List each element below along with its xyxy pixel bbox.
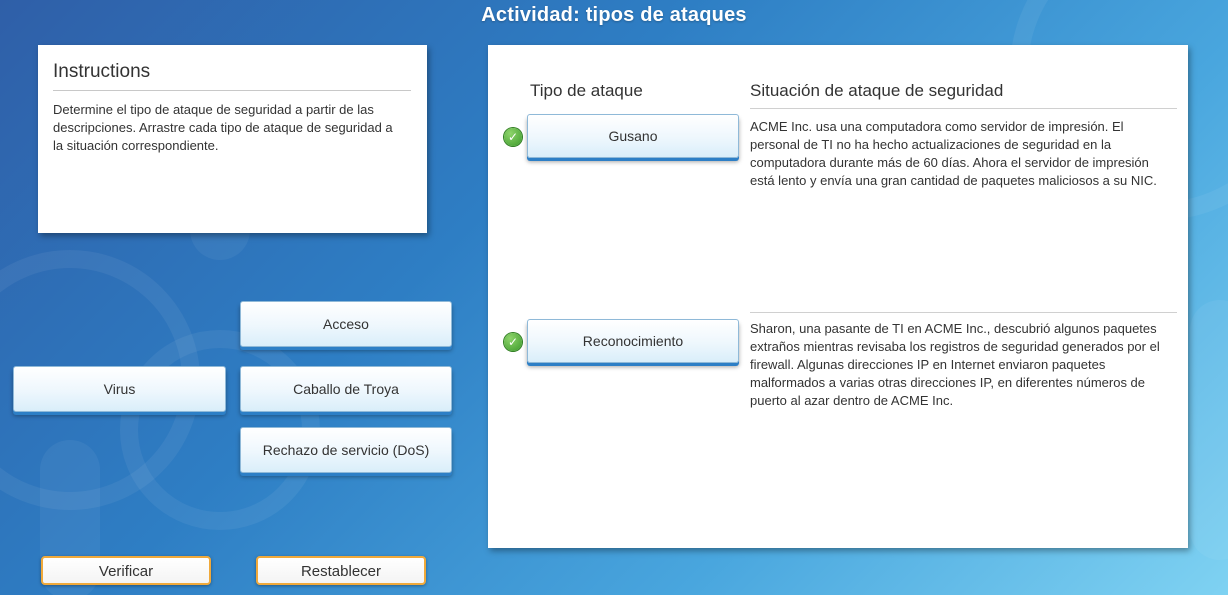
column-header-scenario: Situación de ataque de seguridad	[750, 81, 1004, 100]
placed-answer-label: Gusano	[608, 128, 658, 144]
column-header-type: Tipo de ataque	[530, 81, 643, 100]
placed-answer-label: Reconocimiento	[582, 333, 684, 349]
page-title: Actividad: tipos de ataques	[481, 4, 747, 26]
draggable-option-dos[interactable]: Rechazo de servicio (DoS)	[240, 427, 452, 473]
check-icon: ✓	[504, 333, 522, 351]
row-divider	[750, 312, 1177, 313]
draggable-option-caballo-de-troya[interactable]: Caballo de Troya	[240, 366, 452, 412]
reset-button[interactable]: Restablecer	[256, 556, 426, 585]
instructions-heading: Instructions	[53, 61, 411, 91]
activity-panel: Tipo de ataque Situación de ataque de se…	[488, 45, 1188, 548]
drop-target-row-1[interactable]: Gusano	[527, 114, 739, 158]
instructions-panel: Instructions Determine el tipo de ataque…	[38, 45, 427, 233]
draggable-option-acceso[interactable]: Acceso	[240, 301, 452, 347]
check-icon: ✓	[504, 128, 522, 146]
scenario-text: ACME Inc. usa una computadora como servi…	[750, 119, 1157, 188]
scenario-text: Sharon, una pasante de TI en ACME Inc., …	[750, 321, 1160, 408]
draggable-option-virus[interactable]: Virus	[13, 366, 226, 412]
instructions-text: Determine el tipo de ataque de seguridad…	[53, 102, 393, 153]
row-divider	[750, 108, 1177, 109]
verify-button[interactable]: Verificar	[41, 556, 211, 585]
drop-target-row-2[interactable]: Reconocimiento	[527, 319, 739, 363]
